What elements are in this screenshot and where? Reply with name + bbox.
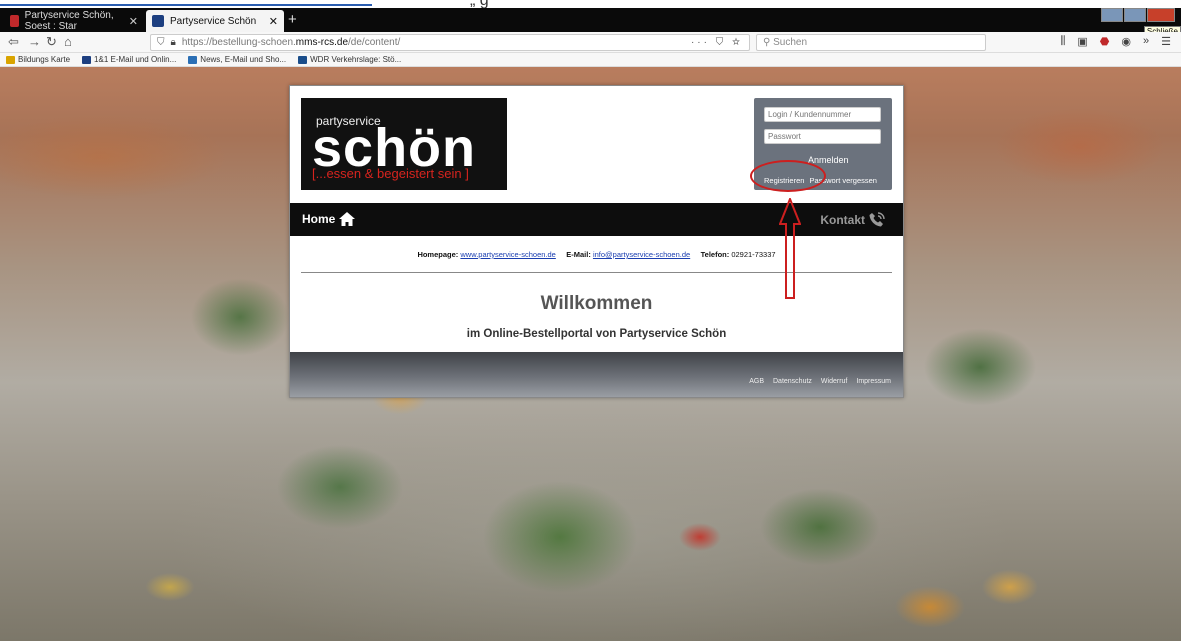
footer-link-agb[interactable]: AGB — [749, 378, 764, 385]
welcome-subheading: im Online-Bestellportal von Partyservice… — [466, 328, 727, 340]
overflow-icon[interactable]: » — [1143, 35, 1149, 48]
bookmark-favicon-icon — [188, 55, 198, 64]
bookmark-favicon-icon — [6, 55, 15, 64]
extension-icon[interactable]: ◉ — [1121, 35, 1131, 48]
menu-home-label: Home — [302, 212, 336, 226]
phone-label: Telefon: — [700, 250, 730, 259]
bookmark-item[interactable]: News, E-Mail und Sho... — [188, 55, 286, 64]
bookmarks-bar: Bildungs Karte 1&1 E-Mail und Onlin... N… — [0, 53, 1181, 67]
phone-number: 02921-73337 — [731, 250, 776, 259]
bookmark-label: WDR Verkehrslage: Stö... — [310, 55, 402, 64]
search-input[interactable]: ⚲ Suchen — [756, 34, 986, 51]
browser-navbar: ⇦ → ↻ ⌂ ⛉ 🔒︎ https://bestellung-schoen. m… — [0, 32, 1181, 53]
document-strip: „ g — [0, 0, 1181, 8]
url-prefix: https://bestellung-schoen. — [181, 37, 296, 48]
address-bar[interactable]: ⛉ 🔒︎ https://bestellung-schoen. mms-rcs.d… — [150, 34, 750, 51]
toolbar-icons: ⫼ ▣ ⬣ ◉ » ☰ — [1060, 35, 1171, 48]
menu-home[interactable]: Home — [302, 212, 356, 226]
tab-label: Partyservice Schön, Soest : Star — [24, 10, 114, 32]
tab-label: Partyservice Schön — [170, 15, 257, 27]
library-icon[interactable]: ⫼ — [1060, 35, 1065, 48]
partyservice-logo[interactable]: partyservice schön [...essen & begeister… — [301, 98, 507, 190]
menu-contact-label: Kontakt — [820, 212, 865, 227]
back-arrow-icon[interactable]: ⇦ — [8, 34, 19, 50]
reload-icon[interactable]: ↻ — [46, 34, 57, 50]
welcome-heading: Willkommen — [540, 293, 653, 314]
email-link[interactable]: info@partyservice-schoen.de — [593, 250, 690, 259]
window-close-button[interactable] — [1147, 8, 1175, 22]
bookmark-label: 1&1 E-Mail und Onlin... — [94, 55, 177, 64]
browser-titlebar: Partyservice Schön, Soest : Star ✕ Party… — [0, 8, 1181, 37]
tracking-shield-icon[interactable]: ⛉ — [157, 37, 165, 48]
footer-link-impressum[interactable]: Impressum — [856, 378, 891, 385]
search-placeholder: Suchen — [773, 37, 808, 48]
tab-close-icon[interactable]: ✕ — [269, 15, 278, 28]
bookmark-item[interactable]: 1&1 E-Mail und Onlin... — [82, 55, 176, 64]
site-footer: AGB Datenschutz Widerruf Impressum — [290, 352, 903, 397]
url-domain: mms-rcs.de — [295, 37, 349, 48]
divider — [301, 272, 892, 273]
email-label: E-Mail: — [566, 250, 591, 259]
bookmark-favicon-icon — [82, 55, 92, 64]
menu-icon[interactable]: ☰ — [1161, 35, 1171, 48]
bookmark-favicon-icon — [298, 55, 308, 64]
footer-links: AGB Datenschutz Widerruf Impressum — [749, 378, 891, 385]
tab-partyservice-active[interactable]: Partyservice Schön ✕ — [146, 10, 284, 32]
document-text: „ g — [470, 0, 489, 8]
login-password-input[interactable] — [764, 129, 881, 144]
login-username-input[interactable] — [764, 107, 881, 122]
footer-link-widerruf[interactable]: Widerruf — [821, 378, 847, 385]
site-container: partyservice schön [...essen & begeister… — [289, 85, 904, 398]
url-path: /de/content/ — [348, 37, 401, 48]
menu-contact[interactable]: Kontakt — [820, 212, 885, 227]
ublock-icon[interactable]: ⬣ — [1100, 35, 1110, 48]
bookmark-label: News, E-Mail und Sho... — [200, 55, 287, 64]
tab-partyservice-start[interactable]: Partyservice Schön, Soest : Star ✕ — [4, 10, 144, 32]
maximize-button[interactable] — [1124, 8, 1146, 22]
bookmark-item[interactable]: WDR Verkehrslage: Stö... — [298, 55, 401, 64]
minimize-button[interactable] — [1101, 8, 1123, 22]
phone-icon — [869, 212, 885, 227]
tab-favicon-icon — [152, 15, 164, 27]
document-link-underline — [0, 4, 372, 6]
bookmark-label: Bildungs Karte — [18, 55, 71, 64]
tab-favicon-icon — [10, 15, 19, 27]
forward-arrow-icon[interactable]: → — [28, 34, 41, 49]
lock-icon[interactable]: 🔒︎ — [171, 37, 176, 48]
new-tab-button[interactable]: + — [288, 11, 297, 28]
homepage-label: Homepage: — [417, 250, 459, 259]
bookmark-item[interactable]: Bildungs Karte — [6, 55, 70, 64]
search-icon: ⚲ — [763, 37, 774, 48]
house-icon — [339, 212, 356, 226]
logo-tagline: [...essen & begeistert sein ] — [312, 166, 469, 181]
contact-info-line: Homepage: www.partyservice-schoen.de E-M… — [290, 250, 903, 259]
annotation-up-arrow-icon — [779, 198, 801, 299]
site-menubar: Home Kontakt — [290, 203, 903, 236]
home-icon[interactable]: ⌂ — [64, 34, 72, 49]
tab-close-icon[interactable]: ✕ — [129, 15, 138, 28]
annotation-circle — [750, 160, 826, 192]
window-controls — [1100, 8, 1175, 22]
sidebar-icon[interactable]: ▣ — [1077, 35, 1087, 48]
footer-link-datenschutz[interactable]: Datenschutz — [773, 378, 812, 385]
homepage-link[interactable]: www.partyservice-schoen.de — [460, 250, 555, 259]
page-actions-icon[interactable]: ··· ⛉ ☆ — [691, 37, 743, 48]
